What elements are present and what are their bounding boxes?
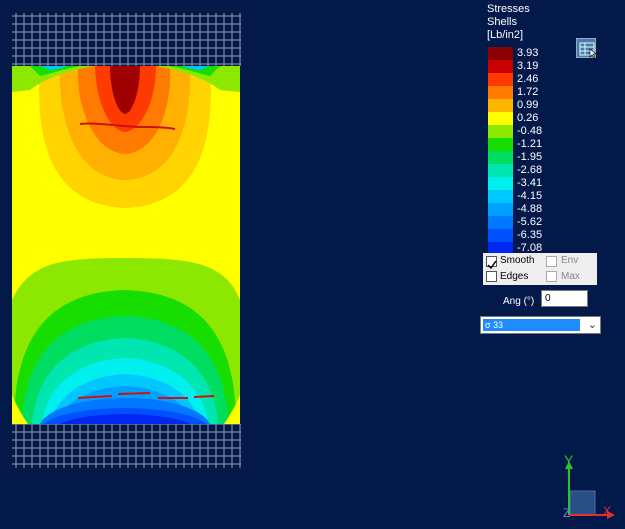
legend-swatch xyxy=(488,47,513,60)
y-axis-label: Y xyxy=(564,452,574,468)
stress-component-select[interactable]: σ 33 ⌄ xyxy=(480,316,601,334)
mesh-top xyxy=(12,13,241,66)
legend-value: 0.99 xyxy=(517,99,539,111)
legend-row: 3.93 xyxy=(488,47,548,60)
legend-value: -1.21 xyxy=(517,138,543,150)
angle-label: Ang (°) xyxy=(503,296,535,307)
max-checkbox[interactable] xyxy=(546,271,557,282)
legend-row: -6.35 xyxy=(488,229,548,242)
legend-swatch xyxy=(488,73,513,86)
model-viewport[interactable] xyxy=(0,0,470,529)
legend-row: -0.48 xyxy=(488,125,548,138)
legend-swatch xyxy=(488,164,513,177)
legend-swatch xyxy=(488,60,513,73)
env-checkbox[interactable] xyxy=(546,256,557,267)
legend-value: 0.26 xyxy=(517,112,539,124)
legend-swatch xyxy=(488,99,513,112)
legend-swatch xyxy=(488,151,513,164)
legend-row: 0.99 xyxy=(488,99,548,112)
smooth-checkbox[interactable] xyxy=(486,256,497,270)
legend-row: -2.68 xyxy=(488,164,548,177)
env-label: Env xyxy=(561,255,579,266)
legend-value: -0.48 xyxy=(517,125,543,137)
legend-value: 1.72 xyxy=(517,86,539,98)
legend-row: 0.26 xyxy=(488,112,548,125)
grid-icon xyxy=(579,42,597,59)
legend-value: 3.19 xyxy=(517,60,539,72)
legend-swatch xyxy=(488,112,513,125)
legend-row: -4.88 xyxy=(488,203,548,216)
stress-component-value: σ 33 xyxy=(483,319,580,331)
axes-triad: Y X Z xyxy=(563,452,615,520)
legend-row: -5.62 xyxy=(488,216,548,229)
legend-swatch xyxy=(488,138,513,151)
legend-row: 2.46 xyxy=(488,73,548,86)
legend-swatch xyxy=(488,203,513,216)
legend-row: -1.95 xyxy=(488,151,548,164)
legend-value: -6.35 xyxy=(517,229,543,241)
legend-value: -4.15 xyxy=(517,190,543,202)
edges-label: Edges xyxy=(500,271,529,282)
legend-value: -5.62 xyxy=(517,216,543,228)
z-axis-label: Z xyxy=(563,506,570,520)
legend-value: -2.68 xyxy=(517,164,543,176)
angle-input[interactable] xyxy=(541,290,588,307)
legend-value: 3.93 xyxy=(517,47,539,59)
legend-row: -4.15 xyxy=(488,190,548,203)
display-options-panel: Smooth Edges Env Max xyxy=(483,253,597,285)
x-axis-label: X xyxy=(603,504,611,518)
legend-swatch xyxy=(488,177,513,190)
legend-swatch xyxy=(488,229,513,242)
legend-row: -3.41 xyxy=(488,177,548,190)
mesh-bottom xyxy=(12,424,241,468)
legend-value: -3.41 xyxy=(517,177,543,189)
legend-swatch xyxy=(488,86,513,99)
legend-settings-button[interactable] xyxy=(576,38,597,59)
legend-swatch xyxy=(488,216,513,229)
legend-row: -1.21 xyxy=(488,138,548,151)
legend-row: 3.19 xyxy=(488,60,548,73)
legend-title-shells: Shells xyxy=(487,16,517,28)
max-label: Max xyxy=(561,271,580,282)
legend-value: 2.46 xyxy=(517,73,539,85)
edges-checkbox[interactable] xyxy=(486,271,497,282)
chevron-down-icon: ⌄ xyxy=(587,319,597,331)
legend-title-stresses: Stresses xyxy=(487,3,530,15)
smooth-label: Smooth xyxy=(500,255,535,266)
stress-contour xyxy=(12,66,240,424)
legend-title-units: [Lb/in2] xyxy=(487,29,524,41)
legend-value: -4.88 xyxy=(517,203,543,215)
check-icon xyxy=(487,260,497,270)
legend-value: -1.95 xyxy=(517,151,543,163)
legend-row: 1.72 xyxy=(488,86,548,99)
legend-swatch xyxy=(488,190,513,203)
legend-swatch xyxy=(488,125,513,138)
